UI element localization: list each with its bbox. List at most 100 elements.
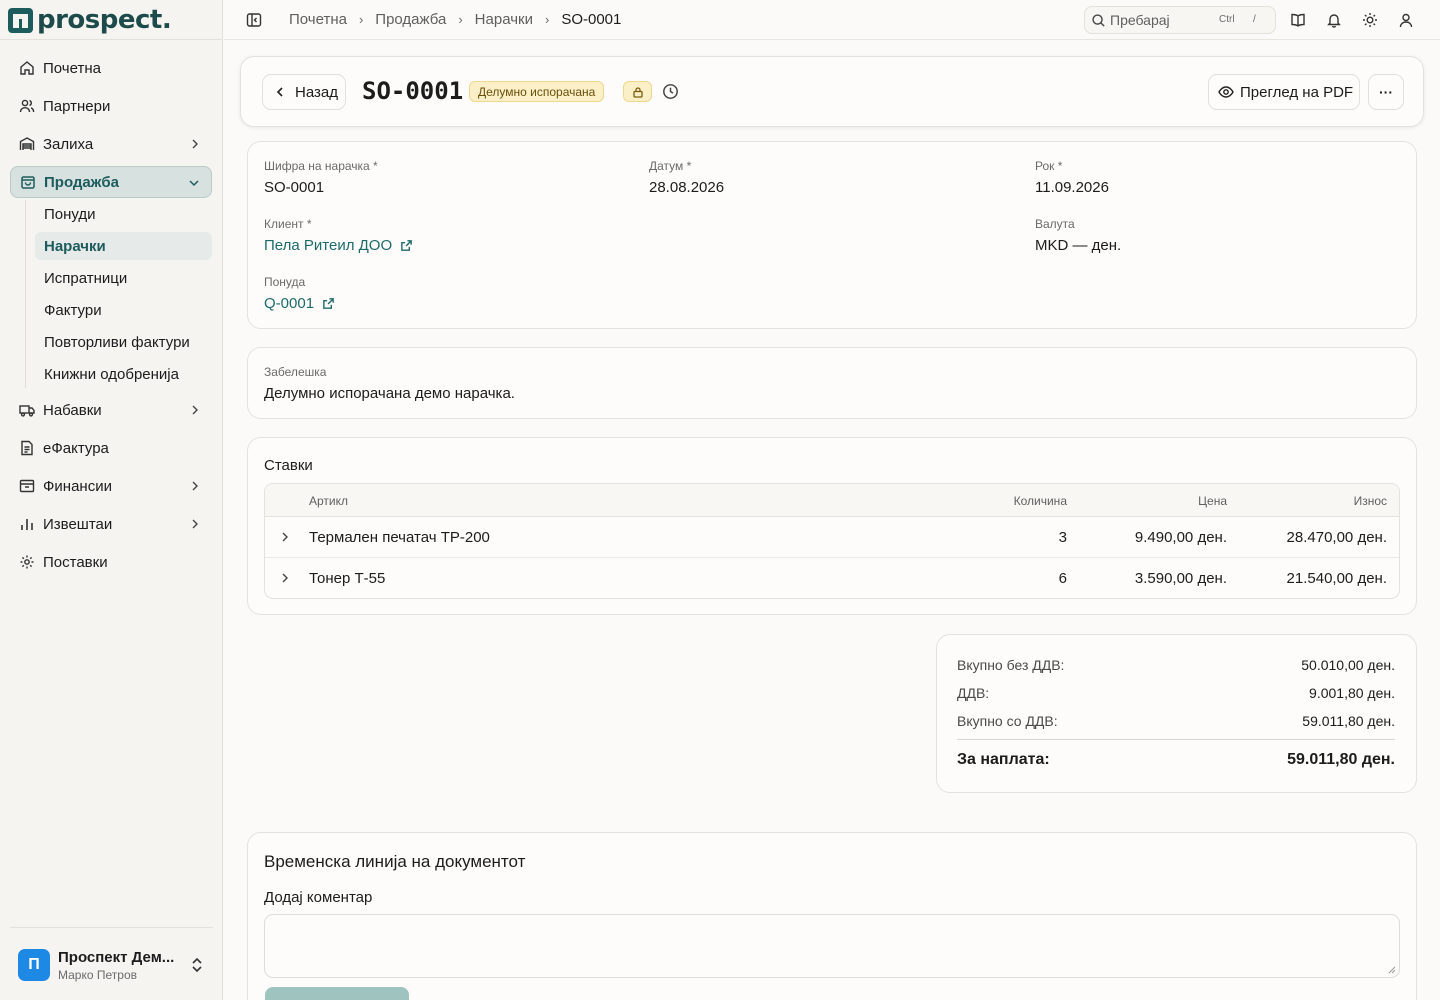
bar-chart-icon (19, 516, 35, 532)
resize-handle-icon[interactable] (1388, 966, 1396, 974)
company-name: Проспект Дем... (58, 948, 175, 966)
item-qty: 6 (1058, 570, 1067, 587)
breadcrumb-home[interactable]: Почетна (289, 11, 347, 28)
truck-icon (19, 402, 35, 418)
sidebar-item-purchases[interactable]: Набавки (10, 394, 212, 426)
eye-icon (1218, 86, 1234, 98)
sidebar-item-label: еФактура (43, 439, 109, 457)
vat-row: ДДВ: 9.001,80 ден. (957, 685, 1395, 701)
sidebar-toggle-icon[interactable] (246, 12, 262, 31)
col-article: Артикл (309, 494, 348, 508)
more-icon: ··· (1379, 84, 1393, 100)
document-header: Назад SO-0001 Делумно испорачана Преглед… (240, 56, 1424, 127)
total-net-value: 50.010,00 ден. (1301, 657, 1395, 673)
comment-label: Додај коментар (264, 889, 373, 906)
client-label: Клиент * (264, 217, 312, 231)
sidebar-item-label: Поставки (43, 553, 108, 571)
home-icon (19, 60, 35, 76)
divider (0, 39, 223, 40)
user-icon[interactable] (1397, 11, 1415, 29)
sidebar-item-sales[interactable]: Продажба (10, 166, 212, 198)
item-price: 9.490,00 ден. (1134, 529, 1227, 546)
sidebar-item-home[interactable]: Почетна (10, 52, 212, 84)
sidebar-item-label: Почетна (43, 59, 101, 77)
note-field: Забелешка Делумно испорачана демо нарачк… (264, 365, 515, 402)
topbar: Почетна › Продажба › Нарачки › SO-0001 П… (224, 0, 1440, 40)
external-link-icon (401, 240, 412, 251)
bell-icon[interactable] (1325, 11, 1343, 29)
chevron-left-icon (276, 87, 283, 97)
col-amount: Износ (1353, 494, 1387, 508)
logo-mark-icon (8, 7, 33, 33)
item-amount: 21.540,00 ден. (1286, 570, 1387, 587)
chevron-right-icon[interactable] (278, 571, 292, 585)
chevron-down-icon (189, 180, 199, 187)
vat-value: 9.001,80 ден. (1309, 685, 1395, 701)
back-button-label: Назад (295, 83, 338, 101)
add-comment-button[interactable] (265, 987, 409, 1000)
back-button[interactable]: Назад (262, 74, 346, 110)
order-details: Шифра на нарачка * SO-0001 Датум * 28.08… (247, 141, 1417, 329)
pdf-preview-button[interactable]: Преглед на PDF (1208, 74, 1360, 110)
sidebar-item-partners[interactable]: Партнери (10, 90, 212, 122)
sidebar-item-label: Залиха (43, 135, 94, 153)
order-code-field: Шифра на нарачка * SO-0001 (264, 159, 378, 196)
sidebar-nav: Почетна Партнери Залиха Продажба Понуди … (10, 52, 212, 584)
amount-due-value: 59.011,80 ден. (1287, 751, 1395, 768)
shopping-bag-icon (20, 174, 36, 190)
logo-text: prospect. (37, 5, 172, 35)
total-gross-row: Вкупно со ДДВ: 59.011,80 ден. (957, 713, 1395, 729)
user-switcher[interactable]: П Проспект Дем... Марко Петров (18, 948, 208, 982)
breadcrumb-sales[interactable]: Продажба (375, 11, 446, 28)
users-icon (19, 98, 35, 114)
app-logo[interactable]: prospect. (8, 4, 172, 36)
timeline-title: Временска линија на документот (264, 852, 526, 871)
search-input[interactable]: Пребарај Ctrl / (1084, 6, 1276, 34)
search-icon (1092, 13, 1105, 27)
comment-textarea[interactable] (264, 914, 1400, 978)
sidebar-item-finance[interactable]: Финансии (10, 470, 212, 502)
sidebar-subitem-quotes[interactable]: Понуди (35, 200, 212, 228)
table-row[interactable]: Термален печатач TP-200 3 9.490,00 ден. … (265, 517, 1399, 558)
total-net-row: Вкупно без ДДВ: 50.010,00 ден. (957, 657, 1395, 673)
more-actions-button[interactable]: ··· (1368, 74, 1404, 110)
divider (10, 927, 213, 928)
docs-book-icon[interactable] (1289, 11, 1307, 29)
status-badge: Делумно испорачана (469, 81, 605, 102)
warehouse-icon (19, 136, 35, 152)
chevron-right-icon (192, 519, 198, 529)
search-placeholder: Пребарај (1110, 12, 1170, 28)
sidebar-item-label: Набавки (43, 401, 102, 419)
item-amount: 28.470,00 ден. (1286, 529, 1387, 546)
sidebar-subitem-delivery-notes[interactable]: Испратници (35, 264, 212, 292)
due-date-value: 11.09.2026 (1035, 179, 1109, 196)
vat-label: ДДВ: (957, 685, 990, 701)
quote-label: Понуда (264, 275, 306, 289)
chevron-right-icon[interactable] (278, 530, 292, 544)
line-items: Ставки Артикл Количина Цена Износ Термал… (247, 437, 1417, 615)
quote-field: Понуда Q-0001 (264, 275, 335, 312)
items-table: Артикл Количина Цена Износ Термален печа… (264, 483, 1400, 599)
chevron-up-down-icon (192, 957, 202, 973)
client-link[interactable]: Пела Ритеил ДОО (264, 237, 413, 254)
sidebar-item-settings[interactable]: Поставки (10, 546, 212, 578)
sidebar-subitem-invoices[interactable]: Фактури (35, 296, 212, 324)
archive-icon (19, 478, 35, 494)
table-row[interactable]: Тонер Т-55 6 3.590,00 ден. 21.540,00 ден… (265, 558, 1399, 598)
breadcrumb-orders[interactable]: Нарачки (475, 11, 533, 28)
quote-code: Q-0001 (264, 295, 315, 312)
sidebar-subitem-orders[interactable]: Нарачки (35, 232, 212, 260)
kbd-ctrl: Ctrl (1219, 14, 1235, 25)
sidebar-item-einvoice[interactable]: еФактура (10, 432, 212, 464)
gear-icon (19, 554, 35, 570)
pdf-preview-label: Преглед на PDF (1240, 83, 1354, 101)
quote-link[interactable]: Q-0001 (264, 295, 335, 312)
sidebar-subitem-credit-notes[interactable]: Книжни одобренија (35, 360, 212, 388)
user-name: Марко Петров (58, 967, 137, 982)
history-clock-icon[interactable] (662, 83, 679, 103)
sidebar-subitem-recurring-invoices[interactable]: Повторливи фактури (35, 328, 212, 356)
currency-value: MKD — ден. (1035, 237, 1122, 254)
theme-sun-icon[interactable] (1361, 11, 1379, 29)
sidebar-item-reports[interactable]: Извештаи (10, 508, 212, 540)
sidebar-item-inventory[interactable]: Залиха (10, 128, 212, 160)
